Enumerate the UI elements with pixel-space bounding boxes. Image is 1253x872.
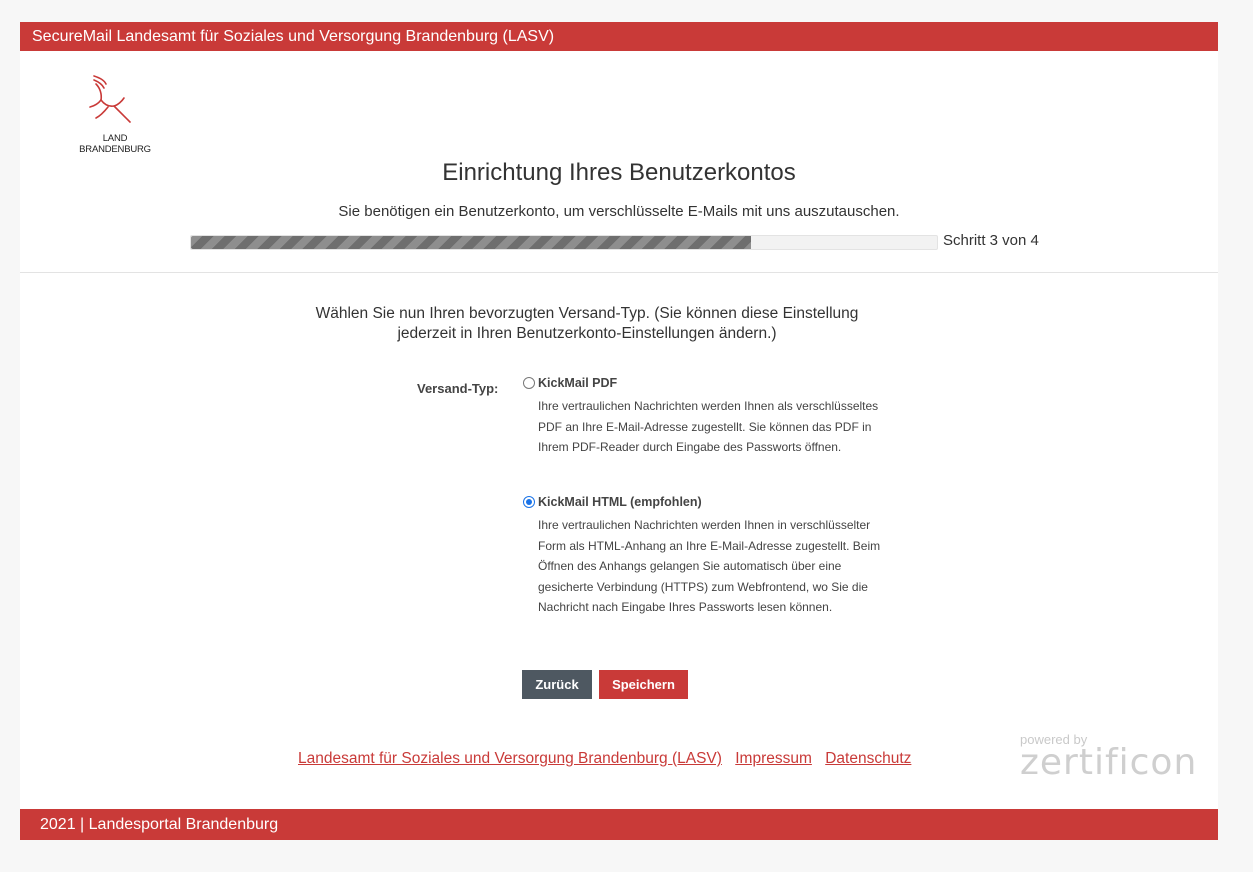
divider xyxy=(20,272,1218,273)
option-description: Ihre vertraulichen Nachrichten werden Ih… xyxy=(538,399,879,454)
progress-bar xyxy=(190,235,938,250)
option-description: Ihre vertraulichen Nachrichten werden Ih… xyxy=(538,518,881,614)
footer-link-impressum[interactable]: Impressum xyxy=(735,750,812,767)
footer-link-lasv[interactable]: Landesamt für Soziales und Versorgung Br… xyxy=(298,750,722,767)
footer-bar: 2021 | Landesportal Brandenburg xyxy=(20,809,1218,840)
progress-fill xyxy=(191,236,751,249)
footer-links: Landesamt für Soziales und Versorgung Br… xyxy=(298,750,920,768)
option-title[interactable]: KickMail PDF xyxy=(538,376,617,390)
logo-text: LAND BRANDENBURG xyxy=(60,133,170,155)
eagle-icon xyxy=(89,75,131,123)
zertificon-logo: zertificon xyxy=(1020,742,1198,783)
option-title[interactable]: KickMail HTML (empfohlen) xyxy=(538,495,702,509)
footer-bar-text: 2021 | Landesportal Brandenburg xyxy=(40,816,279,833)
page-frame: SecureMail Landesamt für Soziales und Ve… xyxy=(20,22,1218,840)
radio-kickmail-pdf[interactable] xyxy=(523,377,535,389)
save-button[interactable]: Speichern xyxy=(599,670,688,699)
header-title: SecureMail Landesamt für Soziales und Ve… xyxy=(32,28,555,45)
footer-link-datenschutz[interactable]: Datenschutz xyxy=(825,750,911,767)
page-subtitle: Sie benötigen ein Benutzerkonto, um vers… xyxy=(338,203,900,220)
logo-line-land: LAND xyxy=(102,133,128,144)
radio-kickmail-html[interactable] xyxy=(523,496,535,508)
page-title: Einrichtung Ihres Benutzerkontos xyxy=(442,159,796,186)
land-brandenburg-logo: LAND BRANDENBURG xyxy=(60,70,170,155)
intro-text: Wählen Sie nun Ihren bevorzugten Versand… xyxy=(315,305,859,342)
versand-typ-label: Versand-Typ: xyxy=(417,381,499,396)
logo-line-brandenburg: BRANDENBURG xyxy=(79,144,151,155)
progress-label: Schritt 3 von 4 xyxy=(943,232,1039,249)
back-button[interactable]: Zurück xyxy=(522,670,592,699)
header-bar: SecureMail Landesamt für Soziales und Ve… xyxy=(20,22,1218,51)
